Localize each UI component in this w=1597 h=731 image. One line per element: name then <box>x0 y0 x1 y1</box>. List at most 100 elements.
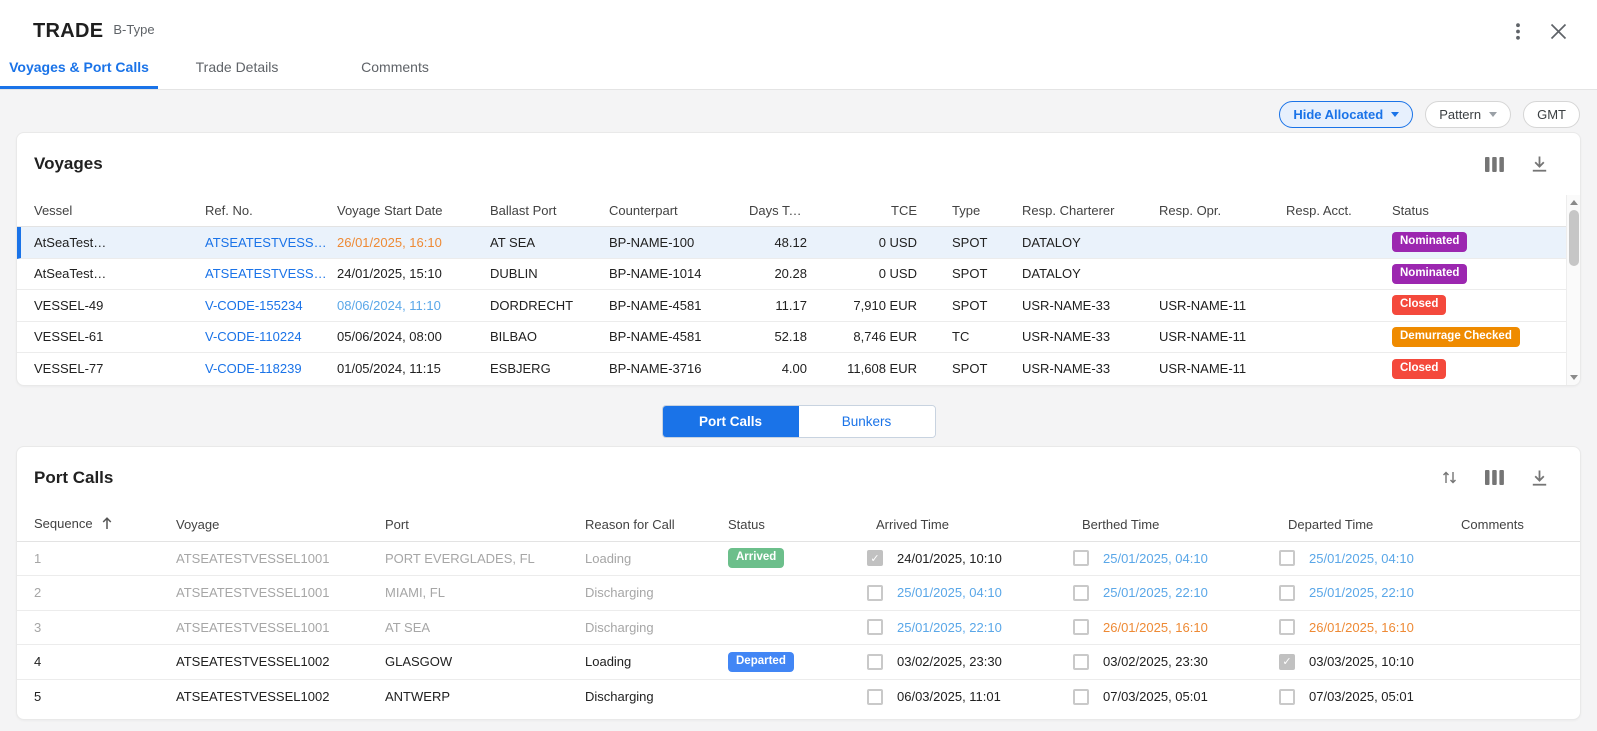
column-header[interactable]: Resp. Acct. <box>1286 203 1392 218</box>
portcall-voyage: ATSEATESTVESSEL1001 <box>176 620 385 635</box>
voyage-type: SPOT <box>952 235 1022 250</box>
arrived-checkbox[interactable] <box>867 585 883 601</box>
scroll-up-icon[interactable] <box>1570 200 1578 205</box>
arrived-checkbox[interactable] <box>867 654 883 670</box>
columns-icon[interactable] <box>1483 468 1506 487</box>
departed-checkbox[interactable] <box>1279 585 1295 601</box>
close-icon[interactable] <box>1548 21 1569 42</box>
vertical-scrollbar[interactable] <box>1566 195 1580 385</box>
voyage-type: TC <box>952 329 1022 344</box>
voyages-table-body: AtSeaTest…ATSEATESTVESSEL100226/01/2025,… <box>17 227 1580 385</box>
voyage-resp-charterer: DATALOY <box>1022 235 1159 250</box>
tab-voyages-port-calls[interactable]: Voyages & Port Calls <box>0 47 158 89</box>
sort-icon[interactable] <box>1440 468 1459 487</box>
voyage-ref-no[interactable]: V-CODE-118239 <box>205 361 337 376</box>
berthed-checkbox[interactable] <box>1073 654 1089 670</box>
column-header[interactable]: Vessel <box>34 203 205 218</box>
column-header[interactable]: Days Total <box>749 203 807 218</box>
timezone-button[interactable]: GMT <box>1523 101 1580 128</box>
arrived-checkbox[interactable]: ✓ <box>867 550 883 566</box>
download-icon[interactable] <box>1530 468 1549 488</box>
table-row[interactable]: AtSeaTest…ATSEATESTVESSEL100124/01/2025,… <box>17 259 1580 291</box>
voyage-counterpart: BP-NAME-1014 <box>609 266 749 281</box>
portcall-departed: 26/01/2025, 16:10 <box>1279 619 1461 635</box>
berthed-checkbox[interactable] <box>1073 619 1089 635</box>
column-header[interactable]: Ref. No. <box>205 203 337 218</box>
voyage-ref-no[interactable]: V-CODE-155234 <box>205 298 337 313</box>
arrived-time: 24/01/2025, 10:10 <box>897 551 1002 566</box>
column-header[interactable]: Departed Time <box>1279 517 1461 532</box>
voyage-vessel: AtSeaTest… <box>34 235 205 250</box>
arrived-checkbox[interactable] <box>867 689 883 705</box>
portcall-departed: 07/03/2025, 05:01 <box>1279 689 1461 705</box>
voyage-ref-no[interactable]: V-CODE-110224 <box>205 329 337 344</box>
status-badge: Closed <box>1392 359 1446 379</box>
portcall-port: MIAMI, FL <box>385 585 585 600</box>
voyage-tce: 0 USD <box>807 235 917 250</box>
berthed-time: 25/01/2025, 22:10 <box>1103 585 1208 600</box>
departed-time: 03/03/2025, 10:10 <box>1309 654 1414 669</box>
berthed-checkbox[interactable] <box>1073 585 1089 601</box>
departed-checkbox[interactable]: ✓ <box>1279 654 1295 670</box>
table-row[interactable]: AtSeaTest…ATSEATESTVESSEL100226/01/2025,… <box>17 227 1580 259</box>
column-header[interactable]: Sequence <box>34 516 176 533</box>
voyage-days-total: 4.00 <box>749 361 807 376</box>
port-calls-table-body: 1ATSEATESTVESSEL1001PORT EVERGLADES, FLL… <box>17 542 1580 720</box>
column-header[interactable]: Port <box>385 517 585 532</box>
voyage-status: Closed <box>1392 359 1580 379</box>
scroll-down-icon[interactable] <box>1570 375 1578 380</box>
column-header[interactable]: Voyage <box>176 517 385 532</box>
toggle-bunkers[interactable]: Bunkers <box>799 406 935 437</box>
arrived-checkbox[interactable] <box>867 619 883 635</box>
column-header[interactable]: TCE <box>807 203 917 218</box>
timezone-label: GMT <box>1537 107 1566 122</box>
column-header[interactable]: Counterpart <box>609 203 749 218</box>
portcall-reason: Loading <box>585 654 728 669</box>
voyage-vessel: AtSeaTest… <box>34 266 205 281</box>
portcall-reason: Discharging <box>585 689 728 704</box>
table-row[interactable]: VESSEL-61V-CODE-11022405/06/2024, 08:00B… <box>17 322 1580 354</box>
column-header[interactable]: Type <box>952 203 1022 218</box>
column-header[interactable]: Voyage Start Date <box>337 203 490 218</box>
table-row[interactable]: VESSEL-77V-CODE-11823901/05/2024, 11:15E… <box>17 353 1580 385</box>
departed-time: 26/01/2025, 16:10 <box>1309 620 1414 635</box>
tab-comments[interactable]: Comments <box>316 47 474 89</box>
column-header[interactable]: Comments <box>1461 517 1580 532</box>
portcall-voyage: ATSEATESTVESSEL1002 <box>176 689 385 704</box>
column-header[interactable]: Resp. Opr. <box>1159 203 1286 218</box>
voyage-ballast-port: AT SEA <box>490 235 609 250</box>
column-header[interactable]: Status <box>1392 203 1580 218</box>
voyage-tce: 7,910 EUR <box>807 298 917 313</box>
column-header[interactable]: Arrived Time <box>867 517 1073 532</box>
table-row[interactable]: VESSEL-49V-CODE-15523408/06/2024, 11:10D… <box>17 290 1580 322</box>
hide-allocated-dropdown[interactable]: Hide Allocated <box>1279 101 1413 128</box>
column-header[interactable]: Status <box>728 517 867 532</box>
departed-checkbox[interactable] <box>1279 689 1295 705</box>
trade-type-label: B-Type <box>113 22 154 37</box>
table-row: 4ATSEATESTVESSEL1002GLASGOWLoadingDepart… <box>17 645 1580 680</box>
voyage-days-total: 52.18 <box>749 329 807 344</box>
view-toggle: Port Calls Bunkers <box>662 405 936 438</box>
toggle-port-calls[interactable]: Port Calls <box>663 406 799 437</box>
column-header[interactable]: Berthed Time <box>1073 517 1279 532</box>
column-header[interactable]: Ballast Port <box>490 203 609 218</box>
download-icon[interactable] <box>1530 154 1549 174</box>
scrollbar-thumb[interactable] <box>1569 210 1579 266</box>
berthed-checkbox[interactable] <box>1073 550 1089 566</box>
column-header[interactable]: Resp. Charterer <box>1022 203 1159 218</box>
berthed-time: 25/01/2025, 04:10 <box>1103 551 1208 566</box>
columns-icon[interactable] <box>1483 155 1506 174</box>
port-calls-panel: Port Calls SequenceVoyagePortReason for … <box>16 446 1581 721</box>
pattern-dropdown[interactable]: Pattern <box>1425 101 1511 128</box>
voyage-ref-no[interactable]: ATSEATESTVESSEL1002 <box>205 235 337 250</box>
tab-trade-details[interactable]: Trade Details <box>158 47 316 89</box>
berthed-checkbox[interactable] <box>1073 689 1089 705</box>
port-calls-panel-icons <box>1440 468 1563 488</box>
voyage-ref-no[interactable]: ATSEATESTVESSEL1001 <box>205 266 337 281</box>
column-header[interactable]: Reason for Call <box>585 517 728 532</box>
departed-checkbox[interactable] <box>1279 619 1295 635</box>
port-calls-title: Port Calls <box>34 468 113 488</box>
departed-checkbox[interactable] <box>1279 550 1295 566</box>
kebab-menu-icon[interactable] <box>1514 21 1522 42</box>
status-badge: Nominated <box>1392 232 1467 252</box>
